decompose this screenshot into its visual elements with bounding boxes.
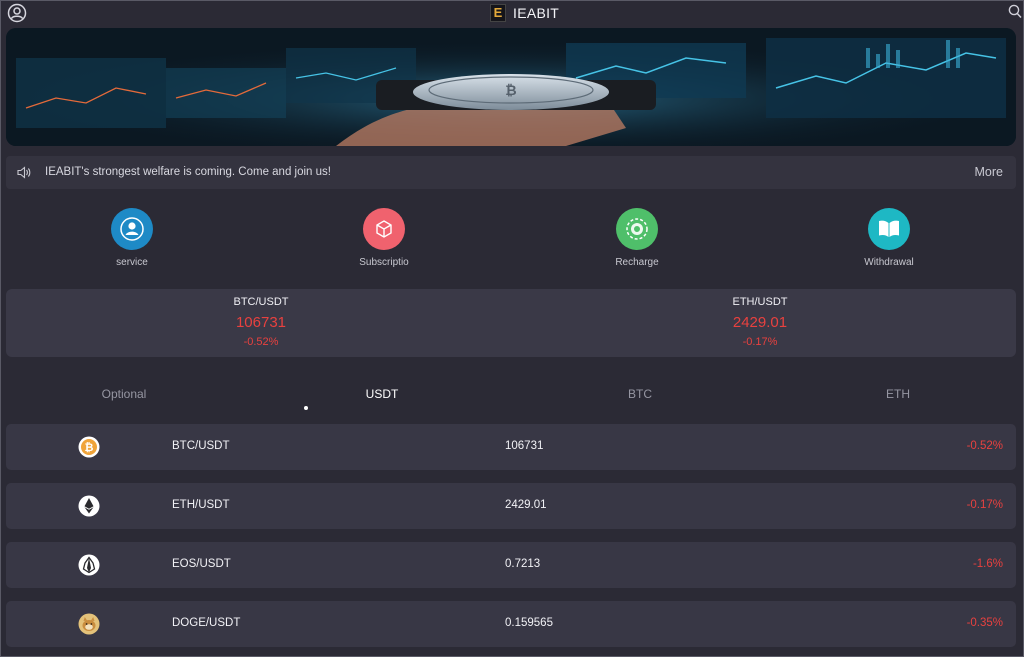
service-button[interactable]: service [77, 208, 187, 268]
dogecoin-icon [78, 613, 100, 635]
withdrawal-label: Withdrawal [864, 257, 914, 268]
ticker-pair: BTC/USDT [233, 296, 289, 308]
banner-image: ₿ [6, 28, 1016, 146]
tab-optional[interactable]: Optional [64, 387, 184, 401]
user-icon[interactable] [7, 3, 27, 23]
market-price: 106731 [505, 440, 544, 452]
market-pair: EOS/USDT [172, 558, 231, 570]
eos-icon [78, 554, 100, 576]
ticker-panel: BTC/USDT 106731 -0.52% ETH/USDT 2429.01 … [6, 289, 1016, 357]
ticker-change: -0.17% [742, 336, 778, 348]
subscription-icon-circle [363, 208, 405, 250]
withdrawal-icon-circle [868, 208, 910, 250]
subscription-button[interactable]: Subscriptio [329, 208, 439, 268]
market-change: -1.6% [972, 558, 1003, 570]
market-pair: ETH/USDT [172, 499, 230, 511]
tab-usdt[interactable]: USDT [322, 387, 442, 401]
speaker-icon [17, 166, 31, 179]
market-row[interactable]: ETH/USDT 2429.01 -0.17% [6, 483, 1016, 529]
ticker-pair: ETH/USDT [732, 296, 788, 308]
announcement-bar[interactable]: IEABIT's strongest welfare is coming. Co… [6, 156, 1016, 189]
tab-btc[interactable]: BTC [580, 387, 700, 401]
active-tab-indicator [304, 406, 308, 410]
app-title: IEABIT [513, 5, 560, 21]
top-bar: E IEABIT [0, 0, 1024, 26]
svg-text:₿: ₿ [85, 441, 94, 454]
ethereum-icon [78, 495, 100, 517]
coin-icon [626, 218, 648, 240]
market-change: -0.17% [966, 499, 1003, 511]
brand-logo: E [490, 4, 506, 22]
market-change: -0.52% [966, 440, 1003, 452]
user-badge-icon [120, 217, 144, 241]
ticker-eth[interactable]: ETH/USDT 2429.01 -0.17% [690, 296, 830, 348]
search-icon[interactable] [1008, 4, 1022, 20]
svg-text:₿: ₿ [505, 83, 516, 99]
market-price: 0.159565 [505, 617, 553, 629]
recharge-label: Recharge [615, 257, 659, 268]
announcement-text[interactable]: IEABIT's strongest welfare is coming. Co… [45, 166, 331, 178]
withdrawal-button[interactable]: Withdrawal [834, 208, 944, 268]
book-icon [879, 220, 899, 237]
ticker-price: 2429.01 [732, 314, 788, 331]
market-pair: BTC/USDT [172, 440, 230, 452]
subscription-label: Subscriptio [359, 257, 409, 268]
promo-banner[interactable]: ₿ [6, 28, 1016, 146]
cube-icon [376, 220, 392, 238]
market-price: 0.7213 [505, 558, 541, 570]
ticker-price: 106731 [235, 314, 287, 331]
market-price: 2429.01 [505, 499, 547, 511]
brand: E IEABIT [490, 3, 559, 23]
ticker-btc[interactable]: BTC/USDT 106731 -0.52% [191, 296, 331, 348]
market-change: -0.35% [966, 617, 1003, 629]
recharge-button[interactable]: Recharge [582, 208, 692, 268]
recharge-icon-circle [616, 208, 658, 250]
market-row[interactable]: DOGE/USDT 0.159565 -0.35% [6, 601, 1016, 647]
market-pair: DOGE/USDT [172, 617, 241, 629]
tab-eth[interactable]: ETH [838, 387, 958, 401]
ticker-change: -0.52% [243, 336, 279, 348]
service-icon-circle [111, 208, 153, 250]
more-link[interactable]: More [975, 165, 1003, 179]
bitcoin-icon: ₿ [78, 436, 100, 458]
market-row[interactable]: EOS/USDT 0.7213 -1.6% [6, 542, 1016, 588]
market-row[interactable]: ₿ BTC/USDT 106731 -0.52% [6, 424, 1016, 470]
service-label: service [116, 257, 148, 268]
